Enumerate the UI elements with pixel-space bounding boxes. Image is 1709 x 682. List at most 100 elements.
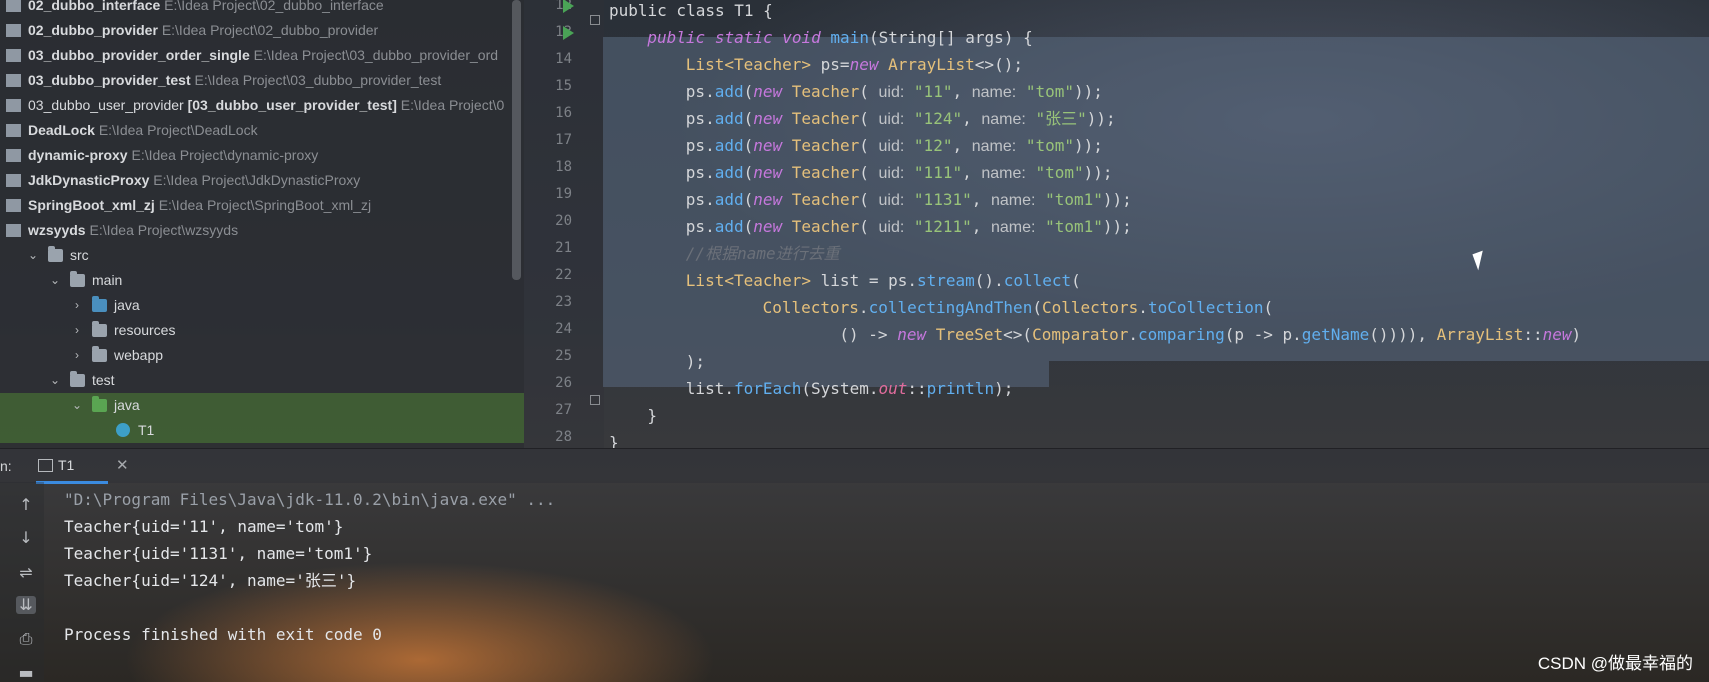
line-number: 15 xyxy=(555,78,572,94)
tree-item[interactable]: 02_dubbo_interface E:\Idea Project\02_du… xyxy=(0,0,524,18)
run-label: n: xyxy=(0,458,12,474)
code-line[interactable]: //根据name进行去重 xyxy=(603,240,840,267)
line-number: 27 xyxy=(555,402,572,418)
line-number: 18 xyxy=(555,159,572,175)
tree-item[interactable]: › java xyxy=(0,293,524,318)
print-icon[interactable]: ⎙ xyxy=(16,630,36,648)
tree-item-label: 03_dubbo_provider_test E:\Idea Project\0… xyxy=(28,72,442,88)
code-line[interactable]: List<Teacher> ps=new ArrayList<>(); xyxy=(603,51,1023,78)
trash-icon[interactable]: ▬ xyxy=(16,664,36,682)
run-tab-t1[interactable]: T1 ✕ xyxy=(36,449,129,484)
module-icon xyxy=(6,124,21,137)
chevron-down-icon[interactable]: ⌄ xyxy=(48,268,62,293)
editor-gutter: 12 13 14 15 16 17 18 19 20 21 22 23 24 25 26 27 28 xyxy=(524,0,604,448)
line-number: 21 xyxy=(555,240,572,256)
tree-item[interactable]: 03_dubbo_provider_order_single E:\Idea P… xyxy=(0,43,524,68)
code-line[interactable]: Collectors.collectingAndThen(Collectors.… xyxy=(603,294,1274,321)
module-icon xyxy=(6,74,21,87)
tree-item[interactable]: 02_dubbo_provider E:\Idea Project\02_dub… xyxy=(0,18,524,43)
console-output-line: Teacher{uid='1131', name='tom1'} xyxy=(64,544,373,563)
console-output-line: Process finished with exit code 0 xyxy=(64,625,382,644)
run-tool-header: n: T1 ✕ xyxy=(0,448,1709,484)
tree-item[interactable]: T1 xyxy=(0,418,524,443)
run-gutter-icon[interactable] xyxy=(563,26,574,40)
tree-item[interactable]: ⌄ test xyxy=(0,368,524,393)
scroll-to-end-icon[interactable]: ⇊ xyxy=(16,596,36,614)
console-output-line: Teacher{uid='124', name='张三'} xyxy=(64,571,357,590)
code-line[interactable]: ps.add(new Teacher( uid: "1211", name: "… xyxy=(603,213,1132,240)
line-number: 28 xyxy=(555,429,572,445)
console-icon xyxy=(38,459,53,472)
line-number: 16 xyxy=(555,105,572,121)
tree-item[interactable]: wzsyyds E:\Idea Project\wzsyyds xyxy=(0,218,524,243)
chevron-right-icon[interactable]: › xyxy=(70,293,84,318)
code-line[interactable]: } xyxy=(603,429,619,448)
code-editor[interactable]: 12 13 14 15 16 17 18 19 20 21 22 23 24 25 26 27 28 publi… xyxy=(524,0,1709,448)
tree-item-label: java xyxy=(114,297,140,313)
console-output-line: Teacher{uid='11', name='tom'} xyxy=(64,517,344,536)
tree-item-label: java xyxy=(114,397,140,413)
tree-item-label: JdkDynasticProxy E:\Idea Project\JdkDyna… xyxy=(28,172,361,188)
folder-icon xyxy=(70,371,85,387)
chevron-down-icon[interactable]: ⌄ xyxy=(26,243,40,268)
code-line[interactable]: ps.add(new Teacher( uid: "1131", name: "… xyxy=(603,186,1132,213)
line-number: 17 xyxy=(555,132,572,148)
tree-item[interactable]: SpringBoot_xml_zj E:\Idea Project\Spring… xyxy=(0,193,524,218)
tree-item-label: resources xyxy=(114,322,176,338)
code-line[interactable]: ); xyxy=(603,348,705,375)
module-icon xyxy=(6,199,21,212)
chevron-right-icon[interactable]: › xyxy=(70,343,84,368)
resources-folder-icon xyxy=(92,321,107,337)
line-number: 14 xyxy=(555,51,572,67)
chevron-right-icon[interactable]: › xyxy=(70,318,84,343)
tree-item[interactable]: ⌄ main xyxy=(0,268,524,293)
code-line[interactable]: List<Teacher> list = ps.stream().collect… xyxy=(603,267,1081,294)
run-tab-label: T1 xyxy=(58,457,75,473)
tree-item[interactable]: DeadLock E:\Idea Project\DeadLock xyxy=(0,118,524,143)
tree-scrollbar[interactable] xyxy=(512,0,521,280)
tree-item[interactable]: ⌄ java xyxy=(0,393,524,418)
line-number: 24 xyxy=(555,321,572,337)
tree-item-label: test xyxy=(92,372,115,388)
line-number: 26 xyxy=(555,375,572,391)
code-line[interactable]: ps.add(new Teacher( uid: "124", name: "张… xyxy=(603,105,1116,132)
fold-icon[interactable] xyxy=(590,15,600,25)
module-icon xyxy=(6,0,21,12)
code-line[interactable]: } xyxy=(603,402,657,429)
line-number: 22 xyxy=(555,267,572,283)
soft-wrap-icon[interactable]: ⇌ xyxy=(16,564,36,582)
tree-item[interactable]: › resources xyxy=(0,318,524,343)
arrow-down-icon[interactable]: ↓ xyxy=(16,529,36,547)
code-line[interactable]: () -> new TreeSet<>(Comparator.comparing… xyxy=(603,321,1581,348)
code-line[interactable]: ps.add(new Teacher( uid: "12", name: "to… xyxy=(603,132,1103,159)
code-line[interactable]: ps.add(new Teacher( uid: "11", name: "to… xyxy=(603,78,1103,105)
tree-item-label: dynamic-proxy E:\Idea Project\dynamic-pr… xyxy=(28,147,319,163)
code-line[interactable]: public class T1 { xyxy=(603,0,773,24)
tree-item-label: src xyxy=(70,247,89,263)
close-icon[interactable]: ✕ xyxy=(116,456,129,474)
module-icon xyxy=(6,174,21,187)
module-icon xyxy=(6,149,21,162)
code-line[interactable]: public static void main(String[] args) { xyxy=(603,24,1032,51)
tree-item-label: DeadLock E:\Idea Project\DeadLock xyxy=(28,122,258,138)
tree-item-label: T1 xyxy=(138,422,155,438)
tree-item[interactable]: › webapp xyxy=(0,343,524,368)
code-line[interactable]: list.forEach(System.out::println); xyxy=(603,375,1014,402)
tree-item-label: SpringBoot_xml_zj E:\Idea Project\Spring… xyxy=(28,197,372,213)
tree-item[interactable]: dynamic-proxy E:\Idea Project\dynamic-pr… xyxy=(0,143,524,168)
tree-item[interactable]: ⌄ src xyxy=(0,243,524,268)
fold-icon[interactable] xyxy=(590,395,600,405)
line-number: 25 xyxy=(555,348,572,364)
code-line[interactable]: ps.add(new Teacher( uid: "111", name: "t… xyxy=(603,159,1113,186)
run-gutter-icon[interactable] xyxy=(563,0,574,13)
tree-item-label: 03_dubbo_provider_order_single E:\Idea P… xyxy=(28,47,499,63)
tree-item[interactable]: 03_dubbo_provider_test E:\Idea Project\0… xyxy=(0,68,524,93)
chevron-down-icon[interactable]: ⌄ xyxy=(48,368,62,393)
tree-item[interactable]: JdkDynasticProxy E:\Idea Project\JdkDyna… xyxy=(0,168,524,193)
chevron-down-icon[interactable]: ⌄ xyxy=(70,393,84,418)
arrow-up-icon[interactable]: ↑ xyxy=(16,496,36,514)
tree-item[interactable]: 03_dubbo_user_provider [03_dubbo_user_pr… xyxy=(0,93,524,118)
line-number: 19 xyxy=(555,186,572,202)
line-number: 20 xyxy=(555,213,572,229)
tree-item-label: webapp xyxy=(114,347,164,363)
